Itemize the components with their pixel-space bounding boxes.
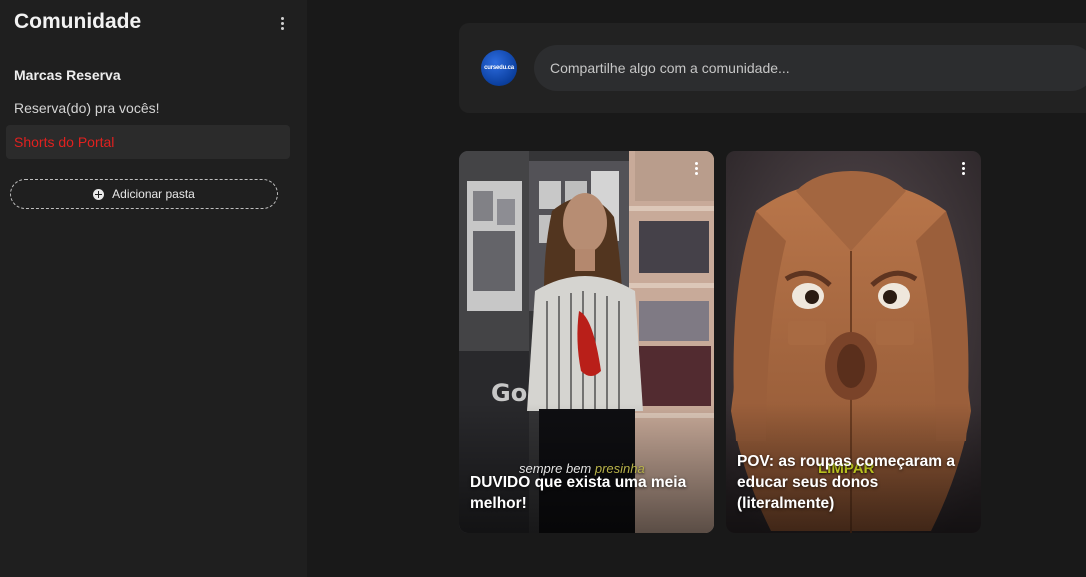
add-folder-button[interactable]: Adicionar pasta <box>10 179 278 209</box>
sidebar-item-shorts-do-portal[interactable]: Shorts do Portal <box>6 125 290 159</box>
post-composer: cursedu.ca Compartilhe algo com a comuni… <box>459 23 1086 113</box>
sidebar-title: Comunidade <box>14 10 142 33</box>
sidebar: Comunidade Marcas Reserva Reserva(do) pr… <box>0 0 307 577</box>
avatar: cursedu.ca <box>481 50 517 86</box>
more-options-icon[interactable] <box>274 12 290 34</box>
app-root: Comunidade Marcas Reserva Reserva(do) pr… <box>0 0 1086 577</box>
card-caption: DUVIDO que exista uma meia melhor! <box>470 474 687 512</box>
sidebar-item-reservado[interactable]: Reserva(do) pra vocês! <box>6 91 290 125</box>
share-input-placeholder: Compartilhe algo com a comunidade... <box>550 60 790 76</box>
short-card[interactable]: Go sempre bem presinha DUVIDO que exista… <box>459 151 714 533</box>
short-card[interactable]: LIMPAR POV: as roupas começaram a educar… <box>726 151 981 533</box>
sidebar-section-title: Marcas Reserva <box>14 67 121 83</box>
avatar-logo-text: cursedu.ca <box>484 65 514 71</box>
add-folder-label: Adicionar pasta <box>112 187 195 201</box>
plus-circle-icon <box>93 188 105 200</box>
more-options-icon[interactable] <box>959 159 967 177</box>
more-options-icon[interactable] <box>692 159 700 177</box>
card-caption: POV: as roupas começaram a educar seus d… <box>737 453 955 512</box>
share-input[interactable]: Compartilhe algo com a comunidade... <box>534 45 1086 91</box>
